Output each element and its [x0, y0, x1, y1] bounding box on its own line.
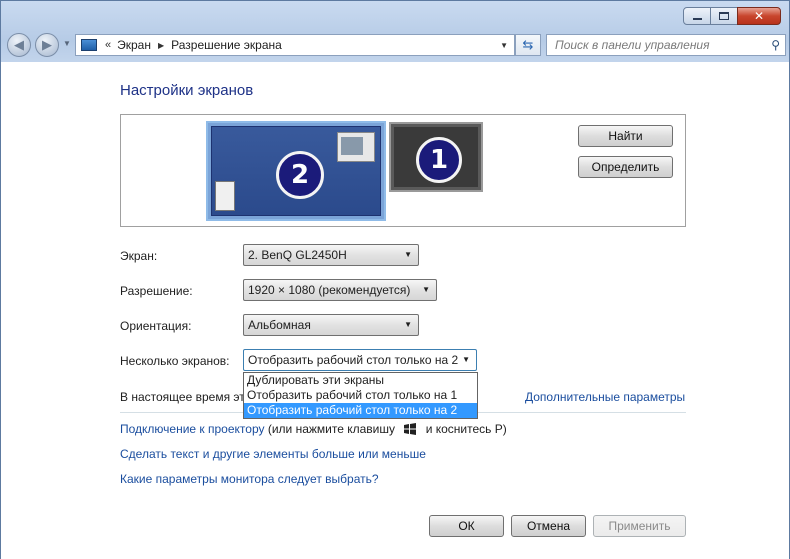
control-panel-window: ✕ ◀ ▶ ▼ « Экран ▶ Разрешение экрана ▼ ⇆ … [0, 0, 790, 559]
breadcrumb-item-display[interactable]: Экран [117, 38, 151, 52]
minimize-icon [692, 18, 702, 20]
forward-arrow-icon: ▶ [42, 37, 52, 52]
multiple-displays-select[interactable]: Отобразить рабочий стол только на 2 ▼ [243, 349, 477, 371]
which-monitor-link[interactable]: Какие параметры монитора следует выбрать… [120, 472, 379, 486]
multiple-displays-dropdown: Дублировать эти экраны Отобразить рабочи… [243, 372, 478, 419]
breadcrumb-separator-icon[interactable]: ▶ [158, 41, 164, 50]
multiple-displays-select-value: Отобразить рабочий стол только на 2 [248, 353, 459, 367]
display-select[interactable]: 2. BenQ GL2450H ▼ [243, 244, 419, 266]
start-menu-preview-icon [215, 181, 235, 211]
text-size-link[interactable]: Сделать текст и другие элементы больше и… [120, 447, 426, 461]
minimize-button[interactable] [683, 7, 711, 25]
projector-line: Подключение к проектору (или нажмите кла… [120, 422, 507, 436]
option-show-only-1[interactable]: Отобразить рабочий стол только на 1 [244, 388, 477, 403]
breadcrumb-item-resolution[interactable]: Разрешение экрана [171, 38, 282, 52]
close-icon: ✕ [753, 9, 765, 23]
identify-button[interactable]: Определить [578, 156, 673, 178]
close-button[interactable]: ✕ [737, 7, 781, 25]
address-bar[interactable]: « Экран ▶ Разрешение экрана ▼ [75, 34, 515, 56]
monitor-1-thumbnail[interactable]: 1 [389, 122, 483, 192]
address-dropdown-icon[interactable]: ▼ [500, 41, 508, 50]
refresh-button[interactable]: ⇆ [515, 34, 541, 56]
maximize-button[interactable] [710, 7, 738, 25]
chevron-down-icon: ▼ [404, 250, 412, 259]
page-title: Настройки экранов [120, 82, 254, 99]
maximize-icon [719, 12, 729, 20]
resolution-select-value: 1920 × 1080 (рекомендуется) [248, 283, 411, 297]
history-dropdown-icon[interactable]: ▼ [63, 39, 71, 48]
search-input[interactable]: Поиск в панели управления ⚲ [546, 34, 786, 56]
windows-logo-icon [404, 423, 417, 435]
monitor-1-badge: 1 [416, 137, 462, 183]
display-label: Экран: [120, 249, 158, 263]
projector-text-before: (или нажмите клавишу [267, 422, 395, 436]
chevron-down-icon: ▼ [422, 285, 430, 294]
resolution-select[interactable]: 1920 × 1080 (рекомендуется) ▼ [243, 279, 437, 301]
main-display-text: В настоящее время эт [120, 390, 245, 404]
monitor-2-thumbnail[interactable]: 2 [206, 121, 386, 221]
navigation-bar: ◀ ▶ ▼ « Экран ▶ Разрешение экрана ▼ ⇆ По… [1, 31, 789, 59]
advanced-settings-link[interactable]: Дополнительные параметры [525, 390, 685, 404]
content-area: Настройки экранов 2 1 Найти Определить Э… [1, 62, 789, 559]
projector-link[interactable]: Подключение к проектору [120, 422, 265, 436]
window-preview-icon [337, 132, 375, 162]
display-select-value: 2. BenQ GL2450H [248, 248, 347, 262]
apply-button[interactable]: Применить [593, 515, 686, 537]
option-duplicate[interactable]: Дублировать эти экраны [244, 373, 477, 388]
chevron-down-icon: ▼ [404, 320, 412, 329]
option-show-only-2[interactable]: Отобразить рабочий стол только на 2 [244, 403, 477, 418]
orientation-select-value: Альбомная [248, 318, 311, 332]
chevron-down-icon: ▼ [462, 355, 470, 364]
ok-button[interactable]: ОК [429, 515, 504, 537]
find-button[interactable]: Найти [578, 125, 673, 147]
orientation-select[interactable]: Альбомная ▼ [243, 314, 419, 336]
monitor-2-badge: 2 [276, 151, 324, 199]
resolution-label: Разрешение: [120, 284, 193, 298]
caption-buttons: ✕ [683, 7, 781, 25]
refresh-icon: ⇆ [522, 37, 534, 52]
back-arrow-icon: ◀ [14, 37, 24, 52]
breadcrumb-overflow[interactable]: « [105, 39, 111, 51]
projector-text-after: и коснитесь P) [425, 422, 507, 436]
search-placeholder: Поиск в панели управления [555, 38, 710, 52]
forward-button[interactable]: ▶ [35, 33, 59, 57]
multiple-displays-label: Несколько экранов: [120, 354, 230, 368]
search-icon[interactable]: ⚲ [771, 38, 780, 52]
orientation-label: Ориентация: [120, 319, 192, 333]
control-panel-icon [81, 39, 97, 51]
cancel-button[interactable]: Отмена [511, 515, 586, 537]
back-button[interactable]: ◀ [7, 33, 31, 57]
